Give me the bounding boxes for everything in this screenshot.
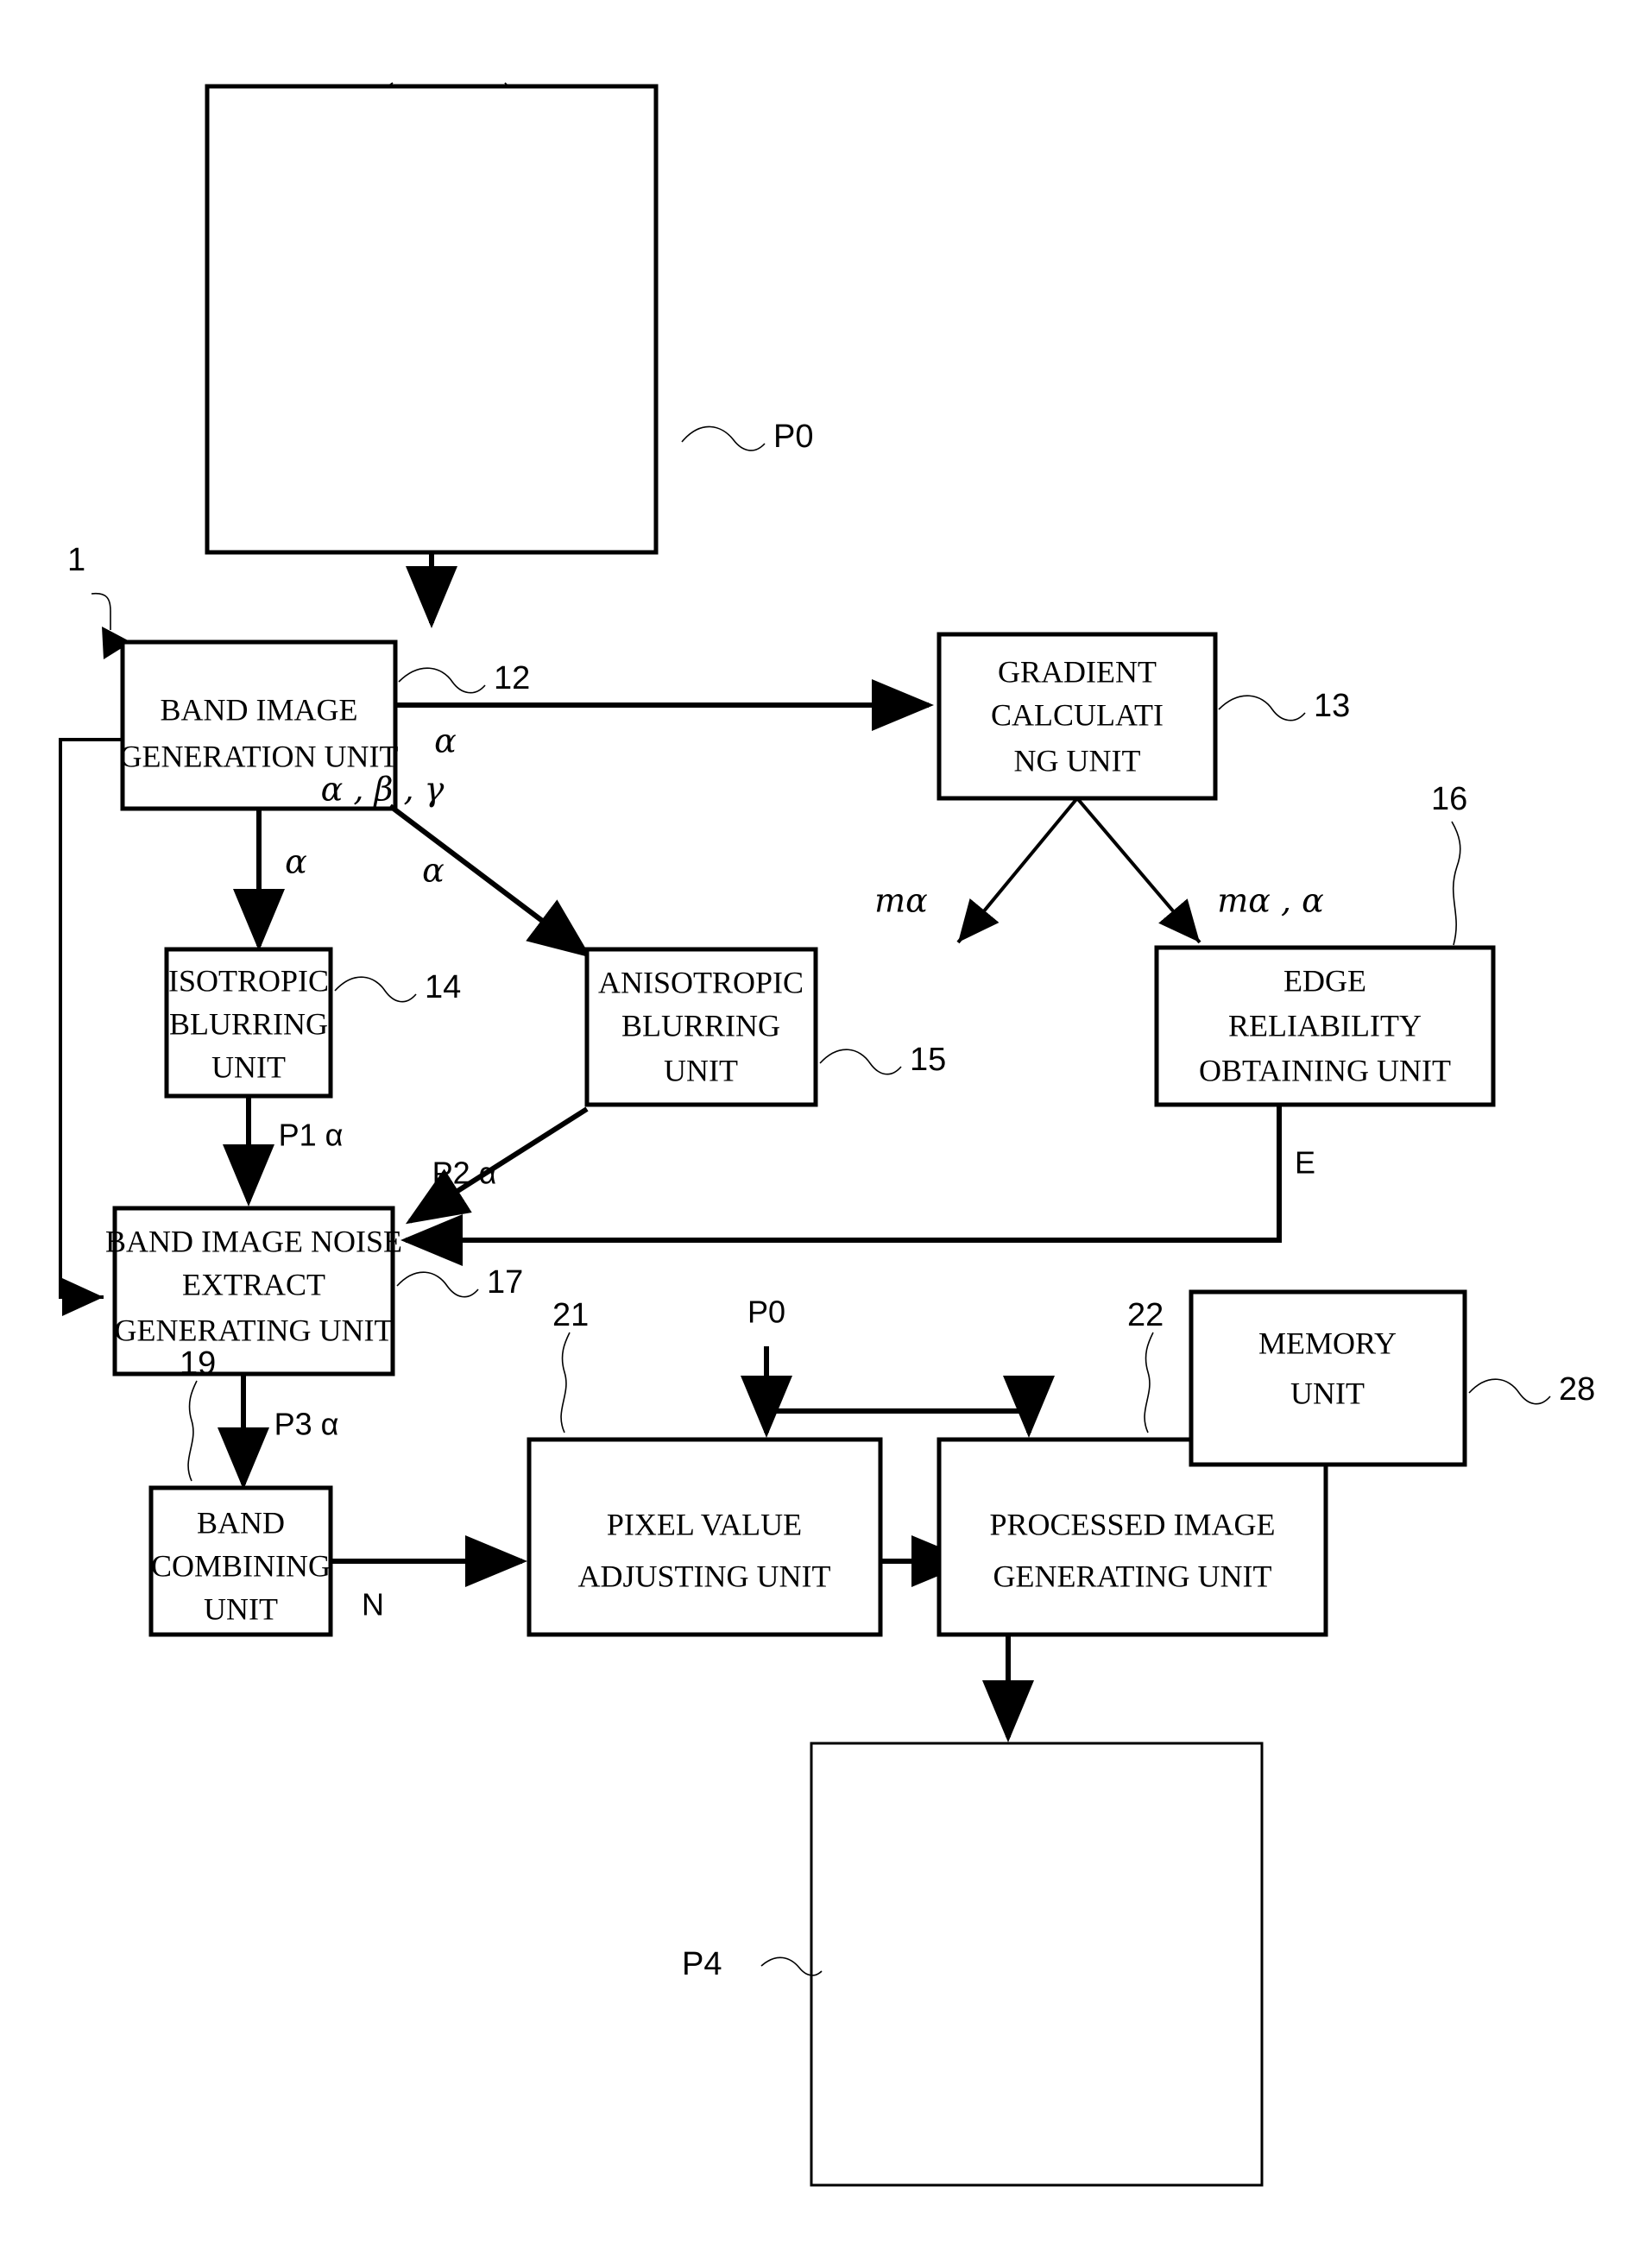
block-memory-unit[interactable]: MEMORY UNIT 28 (1189, 1289, 1595, 1467)
block-anisotropic-blurring-unit[interactable]: ANISOTROPIC BLURRING UNIT 15 (584, 947, 946, 1107)
block-label-line: BAND IMAGE (161, 692, 358, 727)
output-image-ref-label: P4 (682, 1946, 722, 1982)
block-diagram-svg: P0 1 BAND IMAGE GENERATION UNIT 12 GRADI… (59, 82, 1595, 2187)
block-label-line: UNIT (1290, 1376, 1365, 1410)
edge-band-image-to-anisotropic (388, 803, 591, 958)
patent-figure-page: P0 1 BAND IMAGE GENERATION UNIT 12 GRADI… (0, 0, 1646, 2268)
signal-label-e: E (1295, 1145, 1315, 1181)
block-label-line: GENERATING UNIT (993, 1559, 1272, 1593)
edge-edge-reliability-to-noise-extract (400, 1105, 1282, 1266)
block-isotropic-blurring-unit[interactable]: ISOTROPIC BLURRING UNIT 14 (164, 947, 461, 1099)
input-image-p0: P0 (205, 82, 813, 555)
block-ref-16: 16 (1431, 781, 1467, 817)
block-label-line: PROCESSED IMAGE (989, 1507, 1275, 1541)
block-gradient-calculating-unit[interactable]: GRADIENT CALCULATI NG UNIT 13 (937, 632, 1350, 801)
signal-label-alpha-beta-gamma: α , β , γ (321, 771, 445, 809)
block-ref-21: 21 (552, 1297, 589, 1333)
block-ref-14: 14 (425, 969, 461, 1005)
signal-label-n: N (362, 1587, 384, 1622)
block-label-line: GRADIENT (998, 654, 1157, 689)
block-ref-13: 13 (1314, 688, 1350, 724)
block-ref-12: 12 (494, 660, 530, 696)
block-ref-17: 17 (487, 1264, 523, 1301)
signal-label-alpha-to-isotropic: α (285, 843, 307, 881)
block-label-line: GENERATION UNIT (120, 739, 399, 773)
block-pixel-value-adjusting-unit[interactable]: PIXEL VALUE ADJUSTING UNIT 21 (527, 1297, 883, 1637)
block-label-line: COMBINING (151, 1548, 331, 1583)
signal-label-alpha-to-gradient: α (434, 722, 457, 760)
block-ref-15: 15 (910, 1042, 946, 1078)
block-label-line: BAND IMAGE NOISE (105, 1224, 402, 1258)
block-label-line: GENERATING UNIT (115, 1313, 394, 1347)
block-label-line: EXTRACT (182, 1267, 325, 1301)
signal-label-m-alpha-alpha: mα , α (1217, 882, 1324, 920)
block-label-line: EDGE (1283, 963, 1366, 998)
block-edge-reliability-obtaining-unit[interactable]: EDGE RELIABILITY OBTAINING UNIT 16 (1154, 781, 1496, 1107)
block-label-line: ANISOTROPIC (598, 965, 804, 999)
edge-p0-to-processed-image (766, 1376, 1055, 1438)
system-ref-label: 1 (67, 542, 85, 578)
block-label-line: BAND (197, 1505, 285, 1540)
input-image-ref-label: P0 (773, 419, 813, 455)
block-label-line: UNIT (664, 1053, 738, 1087)
edge-gradient-to-anisotropic (956, 797, 1079, 944)
block-label-line: MEMORY (1258, 1326, 1397, 1360)
block-label-line: BLURRING (621, 1008, 780, 1043)
block-ref-22: 22 (1127, 1297, 1164, 1333)
block-label-line: ADJUSTING UNIT (578, 1559, 831, 1593)
block-label-line: ISOTROPIC (168, 963, 329, 998)
signal-label-p3-alpha: P3 α (274, 1407, 339, 1442)
block-label-line: NG UNIT (1014, 743, 1141, 778)
block-label-line: CALCULATI (991, 697, 1164, 732)
block-ref-19: 19 (180, 1345, 216, 1382)
block-band-image-noise-extract-generating-unit[interactable]: BAND IMAGE NOISE EXTRACT GENERATING UNIT… (105, 1206, 523, 1377)
signal-label-p2-alpha: P2 α (432, 1156, 497, 1191)
block-label-line: UNIT (204, 1591, 278, 1626)
edge-gradient-to-edge-reliability (1075, 797, 1201, 944)
block-label-line: UNIT (211, 1049, 286, 1084)
block-label-line: RELIABILITY (1228, 1008, 1422, 1043)
block-label-line: BLURRING (169, 1006, 328, 1041)
signal-label-m-alpha: mα (874, 882, 928, 920)
signal-label-p1-alpha: P1 α (279, 1118, 344, 1153)
block-label-line: OBTAINING UNIT (1199, 1053, 1451, 1087)
signal-label-alpha-to-anisotropic: α (422, 852, 445, 890)
block-label-line: PIXEL VALUE (607, 1507, 802, 1541)
signal-label-p0-tap: P0 (747, 1295, 785, 1330)
block-ref-28: 28 (1559, 1371, 1595, 1408)
output-image-p4: P4 (682, 1742, 1264, 2187)
